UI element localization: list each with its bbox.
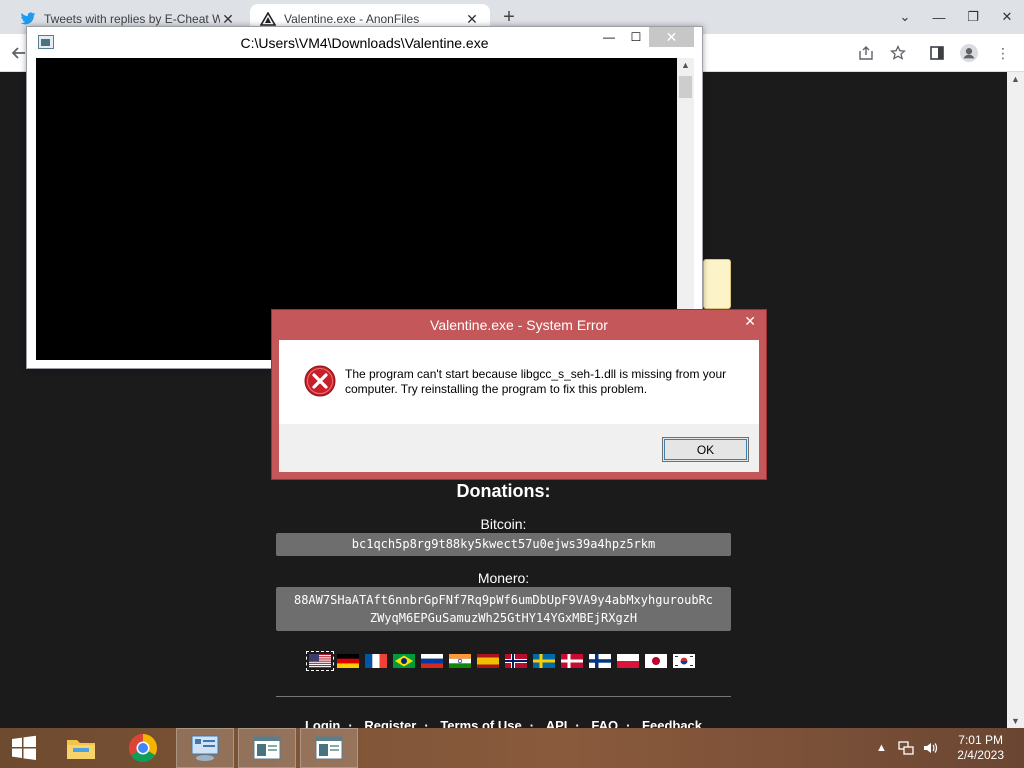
share-icon[interactable] [857,44,875,62]
windows-logo-icon [12,735,36,760]
flag-ru-icon[interactable] [421,654,443,668]
system-error-dialog: Valentine.exe - System Error ✕ The progr… [271,309,767,480]
bitcoin-label: Bitcoin: [480,516,527,532]
control-panel-icon [191,735,219,761]
file-explorer-button[interactable] [52,728,110,768]
scroll-thumb[interactable] [679,76,692,98]
menu-dots-icon[interactable]: ⋮ [994,44,1012,62]
flag-fi-icon[interactable] [589,654,611,668]
flag-in-icon[interactable] [449,654,471,668]
monero-address-line: ZWyqM6EPGuSamuzWh25GtHY14YGxMBEjRXgzH [369,611,638,625]
anonfiles-icon [260,11,276,27]
flag-kr-icon[interactable] [673,654,695,668]
folder-icon [67,740,95,759]
error-message: The program can't start because libgcc_s… [345,367,745,397]
flag-jp-icon[interactable] [645,654,667,668]
close-icon[interactable]: ✕ [464,11,480,27]
tab-title: Tweets with replies by E-Cheat W [44,12,220,26]
error-message-line: computer. Try reinstalling the program t… [345,382,648,396]
flag-br-icon[interactable] [393,654,415,668]
console-titlebar[interactable]: C:\Users\VM4\Downloads\Valentine.exe — ☐… [27,27,702,58]
minimize-button[interactable]: — [598,27,620,47]
flag-fr-icon[interactable] [365,654,387,668]
monero-address-line: 88AW7SHaATAft6nnbrGpFNf7Rq9pWf6umDbUpF9V… [293,593,714,607]
chrome-icon [129,734,157,762]
profile-avatar-icon[interactable] [960,44,978,62]
window-controls: ⌄ — ❐ ✕ [888,0,1024,34]
flag-us-icon[interactable] [306,651,334,671]
dialog-title: Valentine.exe - System Error [430,317,608,333]
ok-button[interactable]: OK [662,437,749,462]
control-panel-button[interactable] [176,728,234,768]
restore-button[interactable]: ❐ [956,0,990,34]
app-window-icon [253,736,281,760]
new-tab-button[interactable]: + [498,6,520,28]
bitcoin-address-field[interactable]: bc1qch5p8rg9t88ky5kwect57u0ejws39a4hpz5r… [276,533,731,556]
chrome-button[interactable] [114,728,172,768]
flag-se-icon[interactable] [533,654,555,668]
language-flags [306,651,695,671]
flag-de-icon[interactable] [337,654,359,668]
close-icon[interactable]: ✕ [744,313,756,330]
network-icon[interactable] [898,728,914,768]
dialog-body: The program can't start because libgcc_s… [279,340,759,472]
twitter-icon [20,11,36,27]
maximize-button[interactable]: ☐ [625,27,647,47]
dialog-button-area: OK [279,424,759,472]
volume-icon[interactable] [922,728,938,768]
dialog-message-area: The program can't start because libgcc_s… [279,340,759,424]
monero-address-field[interactable]: 88AW7SHaATAft6nnbrGpFNf7Rq9pWf6umDbUpF9V… [276,587,731,631]
footer-divider [276,696,731,697]
clock-date: 2/4/2023 [957,748,1004,762]
minimize-button[interactable]: — [922,0,956,34]
show-hidden-icons-icon[interactable]: ▲ [876,728,887,768]
tab-title: Valentine.exe - AnonFiles [284,12,420,26]
taskbar-window-button[interactable] [238,728,296,768]
taskbar-window-button[interactable] [300,728,358,768]
folder-icon [703,259,731,309]
monero-label: Monero: [477,570,530,586]
taskbar: ▲ 7:01 PM 2/4/2023 [0,728,1024,768]
app-window-icon [315,736,343,760]
donations-heading: Donations: [456,481,551,501]
scroll-up-icon[interactable]: ▲ [1011,74,1020,84]
flag-dk-icon[interactable] [561,654,583,668]
error-message-line: The program can't start because libgcc_s… [345,367,727,381]
error-icon [304,365,336,397]
flag-es-icon[interactable] [477,654,499,668]
close-icon[interactable]: ✕ [220,11,236,27]
clock-time: 7:01 PM [958,733,1003,747]
page-scrollbar[interactable]: ▲ ▼ [1007,72,1024,728]
scroll-down-icon[interactable]: ▼ [1011,716,1020,726]
side-panel-icon[interactable] [928,44,946,62]
close-button[interactable]: ✕ [649,27,694,47]
scroll-up-icon[interactable]: ▲ [681,60,690,70]
flag-pl-icon[interactable] [617,654,639,668]
flag-no-icon[interactable] [505,654,527,668]
start-button[interactable] [0,728,48,768]
system-clock[interactable]: 7:01 PM 2/4/2023 [957,733,1004,763]
chevron-down-icon[interactable]: ⌄ [888,0,922,34]
close-button[interactable]: ✕ [990,0,1024,34]
star-icon[interactable] [889,44,907,62]
